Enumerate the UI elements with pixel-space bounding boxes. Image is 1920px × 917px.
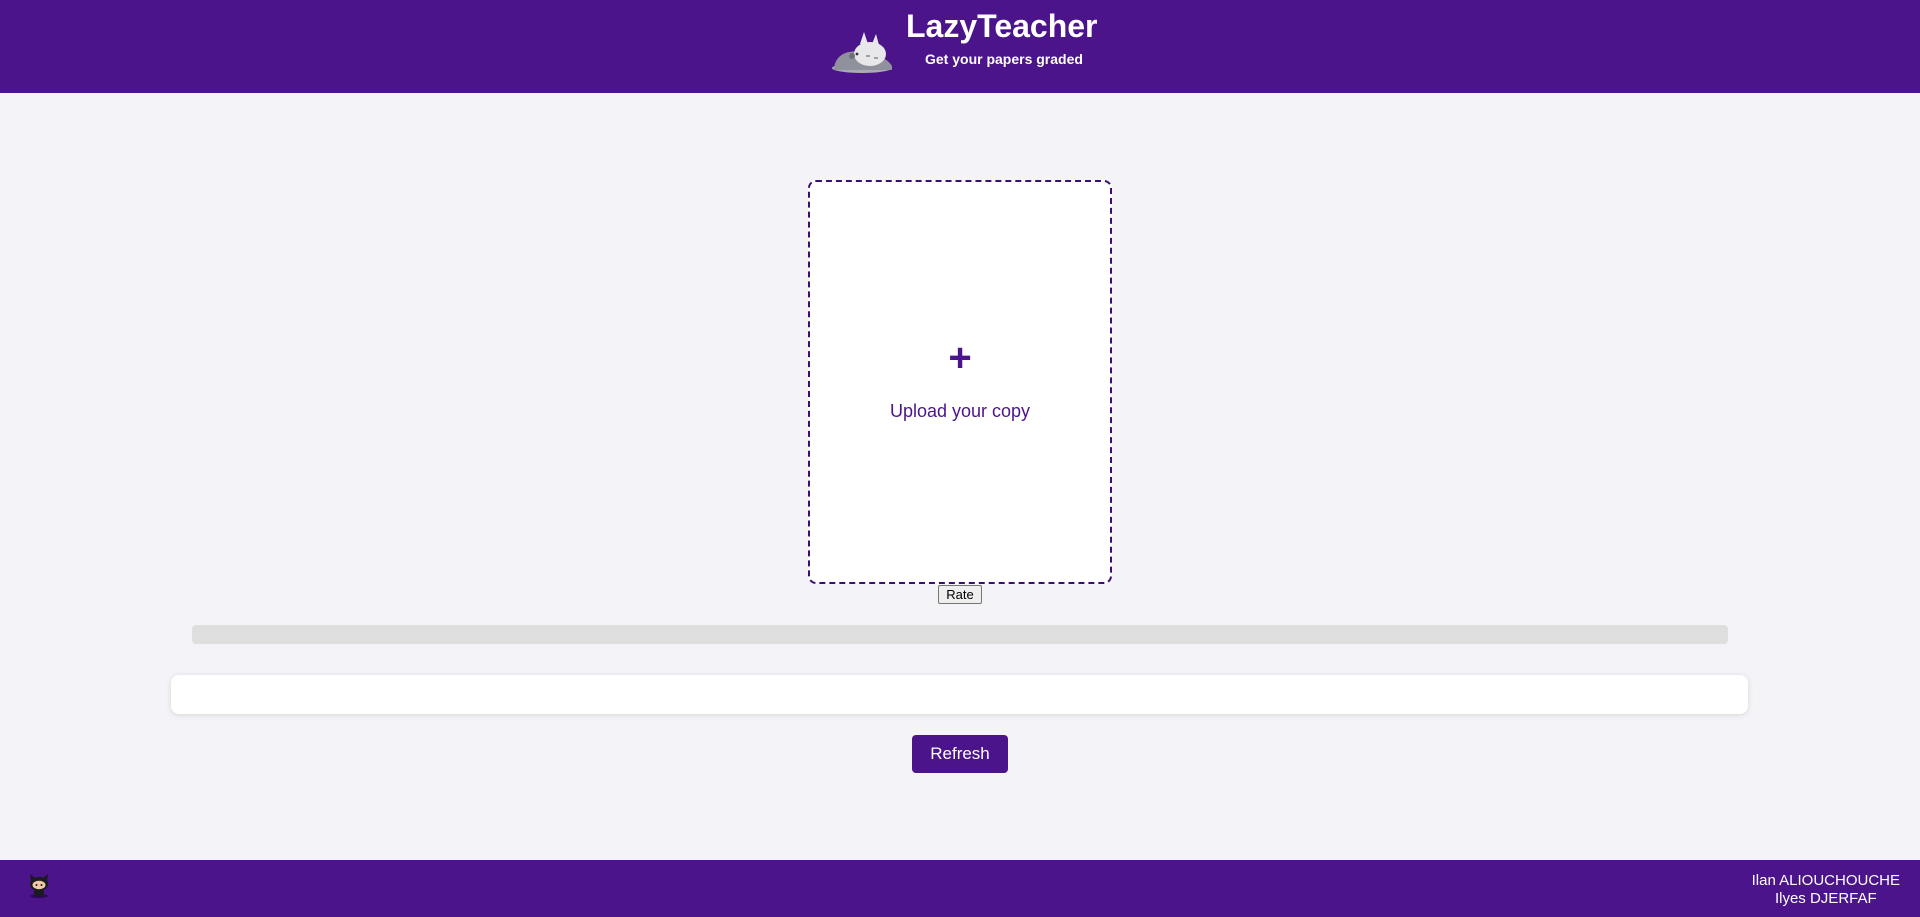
- author-name: Ilan ALIOUCHOUCHE: [1751, 872, 1900, 889]
- github-icon[interactable]: [24, 870, 54, 900]
- author-name: Ilyes DJERFAF: [1774, 890, 1877, 907]
- upload-dropzone[interactable]: + Upload your copy: [808, 180, 1112, 584]
- rate-button[interactable]: Rate: [938, 585, 982, 604]
- grading-progress-bar: [192, 625, 1728, 644]
- app-footer: Ilan ALIOUCHOUCHE Ilyes DJERFAF: [0, 860, 1920, 917]
- app-title: LazyTeacher: [906, 8, 1098, 44]
- authors-credit: Ilan ALIOUCHOUCHE Ilyes DJERFAF: [1752, 872, 1900, 908]
- result-output: [171, 675, 1748, 714]
- sleeping-totoro-logo-icon: [832, 32, 892, 73]
- app-subtitle: Get your papers graded: [925, 51, 1083, 67]
- refresh-button[interactable]: Refresh: [912, 735, 1008, 773]
- app-header: LazyTeacher Get your papers graded: [0, 0, 1920, 93]
- plus-icon: +: [948, 336, 972, 380]
- upload-label: Upload your copy: [889, 401, 1031, 421]
